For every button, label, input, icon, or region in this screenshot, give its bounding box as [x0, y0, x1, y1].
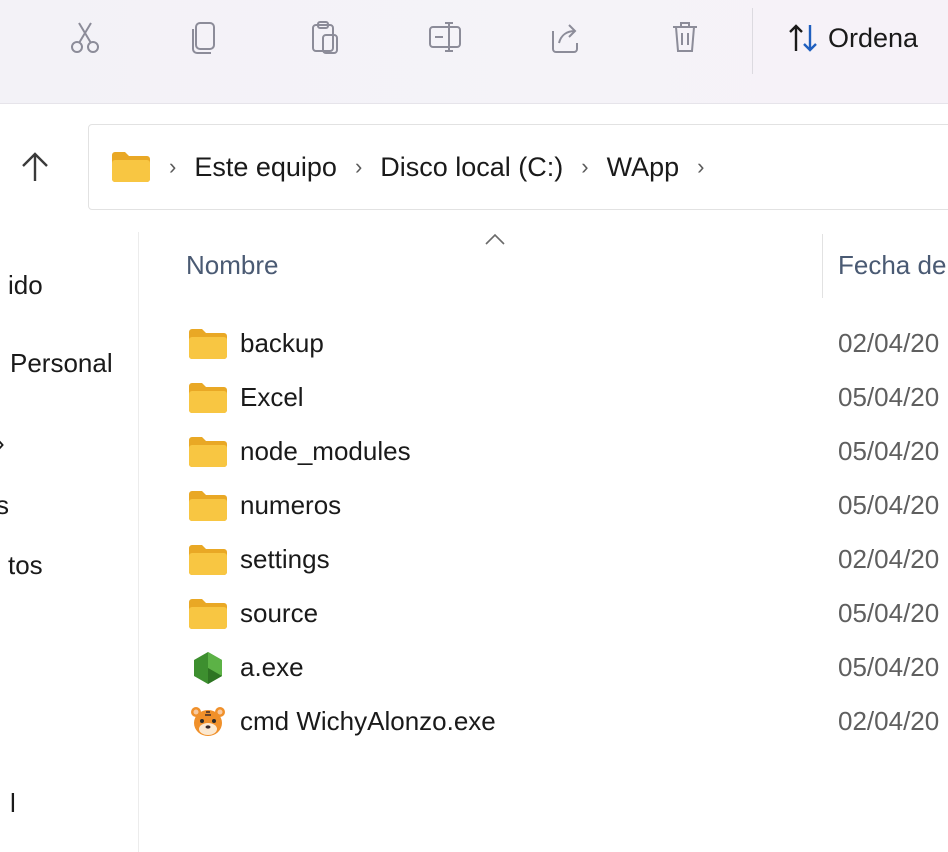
chevron-right-icon[interactable]: › — [697, 154, 704, 180]
rename-button[interactable] — [422, 14, 468, 60]
file-row[interactable]: cmd WichyAlonzo.exe 02/04/20 — [188, 702, 948, 742]
folder-icon — [189, 545, 227, 575]
copy-button[interactable] — [182, 14, 228, 60]
rename-icon — [429, 22, 461, 52]
chevron-right-icon[interactable]: › — [581, 154, 588, 180]
file-name: source — [240, 598, 319, 628]
folder-icon — [111, 151, 151, 183]
file-date: 02/04/20 — [838, 544, 940, 574]
column-header-name[interactable]: Nombre — [186, 250, 278, 281]
file-date: 05/04/20 — [838, 436, 940, 466]
copy-icon — [192, 22, 215, 54]
file-date: 05/04/20 — [838, 652, 940, 682]
sort-label: Ordena — [828, 22, 919, 53]
file-row[interactable]: source 05/04/20 — [188, 594, 948, 634]
nav-item[interactable]: s — [0, 490, 9, 521]
sort-ascending-icon — [485, 233, 505, 245]
nav-item[interactable]: tos — [8, 550, 43, 581]
folder-icon — [189, 437, 227, 467]
arrow-up-icon — [22, 152, 48, 181]
address-bar[interactable]: › Este equipo › Disco local (C:) › WApp … — [88, 124, 948, 210]
file-name: numeros — [240, 490, 342, 520]
trash-icon — [673, 22, 697, 52]
file-row[interactable]: backup 02/04/20 — [188, 324, 948, 364]
nav-item[interactable]: ido — [8, 270, 43, 301]
column-header-date[interactable]: Fecha de — [838, 250, 946, 281]
paste-button[interactable] — [302, 14, 348, 60]
file-row[interactable]: settings 02/04/20 — [188, 540, 948, 580]
command-bar: Ordena — [0, 0, 948, 104]
tiger-face-icon — [191, 707, 225, 736]
breadcrumb-wapp[interactable]: WApp — [607, 152, 680, 183]
breadcrumb-disco-local[interactable]: Disco local (C:) — [380, 152, 563, 183]
column-divider[interactable] — [822, 234, 823, 298]
file-name: backup — [240, 328, 324, 358]
breadcrumb: › Este equipo › Disco local (C:) › WApp … — [111, 147, 722, 187]
up-button[interactable] — [14, 146, 56, 188]
scissors-icon — [71, 22, 99, 53]
folder-icon — [189, 383, 227, 413]
file-date: 05/04/20 — [838, 490, 940, 520]
nodejs-hexagon-icon — [194, 652, 222, 684]
delete-button[interactable] — [662, 14, 708, 60]
file-name: Excel — [240, 382, 304, 412]
folder-icon — [189, 599, 227, 629]
file-name: settings — [240, 544, 330, 574]
sort-arrows-icon — [789, 24, 817, 52]
file-date: 05/04/20 — [838, 382, 940, 412]
cut-button[interactable] — [62, 14, 108, 60]
file-row[interactable]: Excel 05/04/20 — [188, 378, 948, 418]
file-name: cmd WichyAlonzo.exe — [240, 706, 496, 736]
breadcrumb-este-equipo[interactable]: Este equipo — [194, 152, 337, 183]
file-date: 02/04/20 — [838, 706, 940, 736]
chevron-right-icon[interactable]: › — [169, 154, 176, 180]
folder-icon — [189, 491, 227, 521]
folder-icon — [189, 329, 227, 359]
nav-item[interactable]: l — [10, 788, 16, 819]
sort-button[interactable]: Ordena — [786, 18, 918, 58]
file-row[interactable]: node_modules 05/04/20 — [188, 432, 948, 472]
nav-item[interactable]: › — [0, 428, 5, 459]
toolbar-separator — [752, 8, 753, 74]
clipboard-icon — [312, 21, 338, 54]
chevron-right-icon[interactable]: › — [355, 154, 362, 180]
nav-item[interactable]: Personal — [10, 348, 113, 379]
file-name: a.exe — [240, 652, 304, 682]
file-name: node_modules — [240, 436, 411, 466]
file-date: 05/04/20 — [838, 598, 940, 628]
share-button[interactable] — [542, 14, 588, 60]
file-date: 02/04/20 — [838, 328, 940, 358]
file-row[interactable]: a.exe 05/04/20 — [188, 648, 948, 688]
share-icon — [552, 24, 578, 53]
file-row[interactable]: numeros 05/04/20 — [188, 486, 948, 526]
navigation-pane: ido Personal › s tos l — [0, 232, 139, 852]
